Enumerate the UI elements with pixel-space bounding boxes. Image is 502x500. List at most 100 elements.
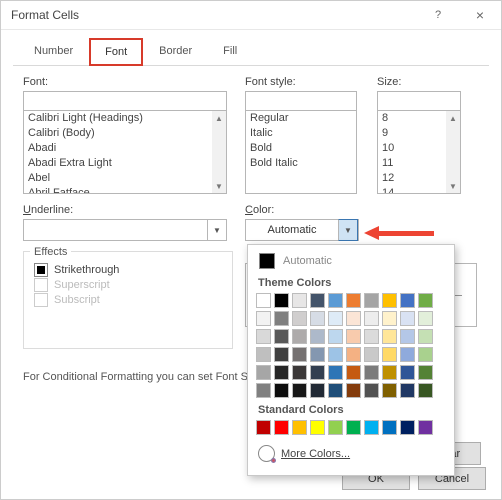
color-swatch[interactable] bbox=[382, 293, 397, 308]
chevron-down-icon[interactable]: ▼ bbox=[207, 220, 226, 240]
color-swatch[interactable] bbox=[292, 347, 307, 362]
color-swatch[interactable] bbox=[256, 365, 271, 380]
color-swatch[interactable] bbox=[364, 365, 379, 380]
color-swatch[interactable] bbox=[400, 311, 415, 326]
font-listbox[interactable]: Calibri Light (Headings)Calibri (Body)Ab… bbox=[23, 111, 227, 194]
list-item[interactable]: Abadi bbox=[24, 141, 226, 156]
color-swatch[interactable] bbox=[382, 347, 397, 362]
color-swatch[interactable] bbox=[364, 383, 379, 398]
color-swatch[interactable] bbox=[310, 329, 325, 344]
scroll-up-icon[interactable]: ▲ bbox=[212, 111, 226, 125]
close-button[interactable]: × bbox=[459, 1, 501, 29]
color-swatch[interactable] bbox=[328, 293, 343, 308]
color-swatch[interactable] bbox=[382, 365, 397, 380]
color-swatch[interactable] bbox=[364, 311, 379, 326]
color-swatch[interactable] bbox=[364, 420, 379, 435]
color-swatch[interactable] bbox=[400, 420, 415, 435]
color-swatch[interactable] bbox=[346, 383, 361, 398]
list-item[interactable]: Bold bbox=[246, 141, 356, 156]
color-swatch[interactable] bbox=[382, 420, 397, 435]
scroll-down-icon[interactable]: ▼ bbox=[212, 179, 226, 193]
color-swatch[interactable] bbox=[364, 329, 379, 344]
color-swatch[interactable] bbox=[418, 311, 433, 326]
tab-font[interactable]: Font bbox=[89, 38, 143, 66]
color-swatch[interactable] bbox=[310, 311, 325, 326]
list-item[interactable]: Abril Fatface bbox=[24, 186, 226, 194]
list-item[interactable]: Regular bbox=[246, 111, 356, 126]
list-item[interactable]: Calibri Light (Headings) bbox=[24, 111, 226, 126]
automatic-color-item[interactable]: Automatic bbox=[256, 251, 446, 271]
color-swatch[interactable] bbox=[328, 347, 343, 362]
strike-checkbox[interactable]: Strikethrough bbox=[34, 263, 222, 277]
color-swatch[interactable] bbox=[418, 329, 433, 344]
underline-combo[interactable]: ▼ bbox=[23, 219, 227, 241]
color-swatch[interactable] bbox=[346, 329, 361, 344]
color-swatch[interactable] bbox=[256, 420, 271, 435]
color-swatch[interactable] bbox=[328, 311, 343, 326]
color-swatch[interactable] bbox=[400, 293, 415, 308]
color-swatch[interactable] bbox=[382, 329, 397, 344]
font-input[interactable] bbox=[23, 91, 227, 111]
color-swatch[interactable] bbox=[328, 420, 343, 435]
color-swatch[interactable] bbox=[346, 347, 361, 362]
color-swatch[interactable] bbox=[328, 329, 343, 344]
color-swatch[interactable] bbox=[364, 293, 379, 308]
color-swatch[interactable] bbox=[274, 311, 289, 326]
color-swatch[interactable] bbox=[364, 347, 379, 362]
color-swatch[interactable] bbox=[274, 329, 289, 344]
color-swatch[interactable] bbox=[274, 383, 289, 398]
list-item[interactable]: Abadi Extra Light bbox=[24, 156, 226, 171]
tab-fill[interactable]: Fill bbox=[208, 38, 252, 66]
scroll-up-icon[interactable]: ▲ bbox=[446, 111, 460, 125]
font-scrollbar[interactable]: ▲ ▼ bbox=[212, 111, 226, 193]
color-combo[interactable]: Automatic ▼ bbox=[245, 219, 359, 241]
tab-border[interactable]: Border bbox=[144, 38, 207, 66]
color-swatch[interactable] bbox=[274, 347, 289, 362]
color-swatch[interactable] bbox=[382, 383, 397, 398]
list-item[interactable]: Abel bbox=[24, 171, 226, 186]
color-swatch[interactable] bbox=[418, 420, 433, 435]
color-swatch[interactable] bbox=[346, 311, 361, 326]
color-swatch[interactable] bbox=[418, 383, 433, 398]
color-swatch[interactable] bbox=[418, 293, 433, 308]
color-swatch[interactable] bbox=[310, 420, 325, 435]
tab-number[interactable]: Number bbox=[19, 38, 88, 66]
color-swatch[interactable] bbox=[310, 383, 325, 398]
color-swatch[interactable] bbox=[292, 329, 307, 344]
color-swatch[interactable] bbox=[346, 365, 361, 380]
color-swatch[interactable] bbox=[256, 311, 271, 326]
size-scrollbar[interactable]: ▲ ▼ bbox=[446, 111, 460, 193]
color-swatch[interactable] bbox=[292, 311, 307, 326]
color-swatch[interactable] bbox=[292, 383, 307, 398]
color-swatch[interactable] bbox=[274, 365, 289, 380]
list-item[interactable]: Bold Italic bbox=[246, 156, 356, 171]
color-swatch[interactable] bbox=[310, 365, 325, 380]
color-swatch[interactable] bbox=[274, 420, 289, 435]
color-swatch[interactable] bbox=[382, 311, 397, 326]
size-input[interactable] bbox=[377, 91, 461, 111]
color-swatch[interactable] bbox=[400, 383, 415, 398]
color-swatch[interactable] bbox=[400, 347, 415, 362]
color-swatch[interactable] bbox=[346, 420, 361, 435]
color-swatch[interactable] bbox=[310, 347, 325, 362]
color-swatch[interactable] bbox=[292, 365, 307, 380]
color-swatch[interactable] bbox=[256, 347, 271, 362]
color-swatch[interactable] bbox=[256, 293, 271, 308]
size-listbox[interactable]: 8910111214 ▲ ▼ bbox=[377, 111, 461, 194]
list-item[interactable]: Italic bbox=[246, 126, 356, 141]
color-swatch[interactable] bbox=[328, 383, 343, 398]
list-item[interactable]: Calibri (Body) bbox=[24, 126, 226, 141]
color-swatch[interactable] bbox=[256, 329, 271, 344]
color-swatch[interactable] bbox=[400, 365, 415, 380]
color-swatch[interactable] bbox=[346, 293, 361, 308]
color-swatch[interactable] bbox=[400, 329, 415, 344]
color-swatch[interactable] bbox=[274, 293, 289, 308]
font-style-listbox[interactable]: RegularItalicBoldBold Italic bbox=[245, 111, 357, 194]
scroll-down-icon[interactable]: ▼ bbox=[446, 179, 460, 193]
color-swatch[interactable] bbox=[256, 383, 271, 398]
color-swatch[interactable] bbox=[310, 293, 325, 308]
color-swatch[interactable] bbox=[418, 347, 433, 362]
chevron-down-icon[interactable]: ▼ bbox=[338, 219, 358, 241]
color-swatch[interactable] bbox=[328, 365, 343, 380]
color-swatch[interactable] bbox=[292, 420, 307, 435]
